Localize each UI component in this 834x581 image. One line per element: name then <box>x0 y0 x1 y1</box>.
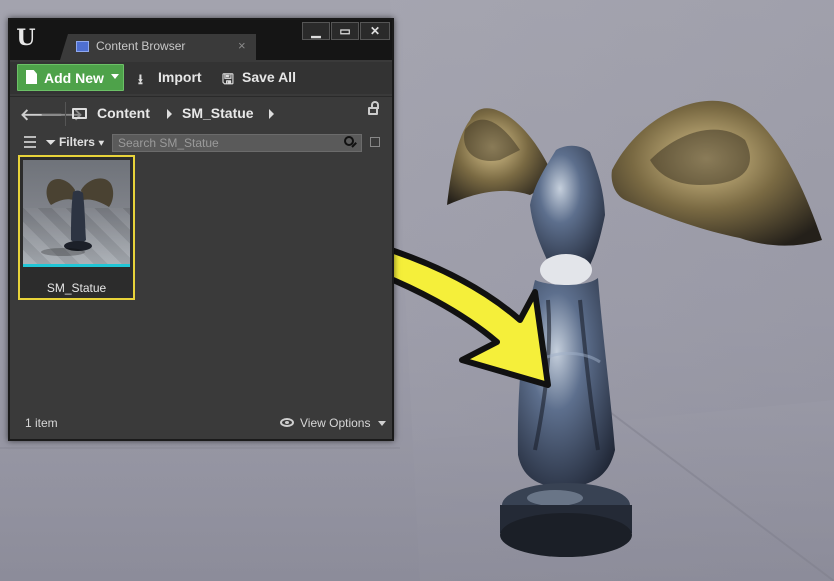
status-bar: 1 item View Options <box>10 410 392 439</box>
chevron-down-icon <box>111 74 119 79</box>
import-icon: ⭳ <box>138 71 143 87</box>
add-new-button[interactable]: Add New <box>17 64 124 91</box>
unreal-logo-icon: U <box>16 25 36 51</box>
path-navigation-bar: 🡐 🡒 Content SM_Statue <box>10 96 392 131</box>
breadcrumb-sm-statue[interactable]: SM_Statue <box>182 105 254 121</box>
funnel-icon: ⏷ <box>46 135 56 149</box>
save-icon: 🖫 <box>222 71 234 87</box>
import-label: Import <box>158 69 202 85</box>
breadcrumb-content[interactable]: Content <box>97 105 150 121</box>
asset-view[interactable]: SM_Statue <box>10 155 392 405</box>
breadcrumb-separator-icon[interactable] <box>269 109 274 119</box>
tab-close-button[interactable]: × <box>238 38 246 53</box>
asset-type-bar <box>23 264 130 267</box>
tab-content-browser[interactable]: Content Browser × <box>60 34 256 60</box>
chevron-down-icon: ▾ <box>98 135 105 149</box>
minimize-button[interactable]: ▁ <box>302 22 330 40</box>
new-document-icon <box>26 70 37 84</box>
filters-dropdown[interactable]: ⏷ Filters ▾ <box>46 135 104 150</box>
save-all-label: Save All <box>242 69 296 85</box>
content-browser-toolbar: Add New ⭳ Import 🖫 Save All <box>10 62 392 94</box>
import-button[interactable]: ⭳ Import <box>138 64 206 91</box>
lock-icon[interactable] <box>368 101 379 115</box>
eye-icon <box>280 418 294 427</box>
content-browser-window[interactable]: U Content Browser × ▁ ▭ ✕ Add New ⭳ Impo… <box>8 18 394 441</box>
add-new-label: Add New <box>44 70 104 86</box>
title-bar[interactable]: U Content Browser × ▁ ▭ ✕ <box>10 20 392 60</box>
sources-panel-icon[interactable] <box>20 135 36 149</box>
view-options-label: View Options <box>300 416 371 430</box>
close-button[interactable]: ✕ <box>360 22 390 40</box>
filters-label: Filters <box>58 135 95 149</box>
search-icon[interactable] <box>344 136 354 146</box>
asset-name: SM_Statue <box>46 281 107 295</box>
save-all-button[interactable]: 🖫 Save All <box>222 64 304 91</box>
tab-label: Content Browser <box>96 39 186 53</box>
breadcrumb-separator-icon[interactable] <box>167 109 172 119</box>
item-count: 1 item <box>25 416 58 430</box>
search-input[interactable] <box>112 134 362 152</box>
asset-thumbnail <box>23 160 130 264</box>
content-browser-icon <box>76 41 89 52</box>
save-search-icon[interactable] <box>370 137 380 147</box>
maximize-button[interactable]: ▭ <box>331 22 359 40</box>
asset-tile[interactable]: SM_Statue <box>18 155 135 300</box>
divider <box>65 102 66 126</box>
filter-bar: ⏷ Filters ▾ <box>10 131 392 155</box>
folder-icon <box>72 108 87 119</box>
chevron-down-icon <box>378 421 386 426</box>
